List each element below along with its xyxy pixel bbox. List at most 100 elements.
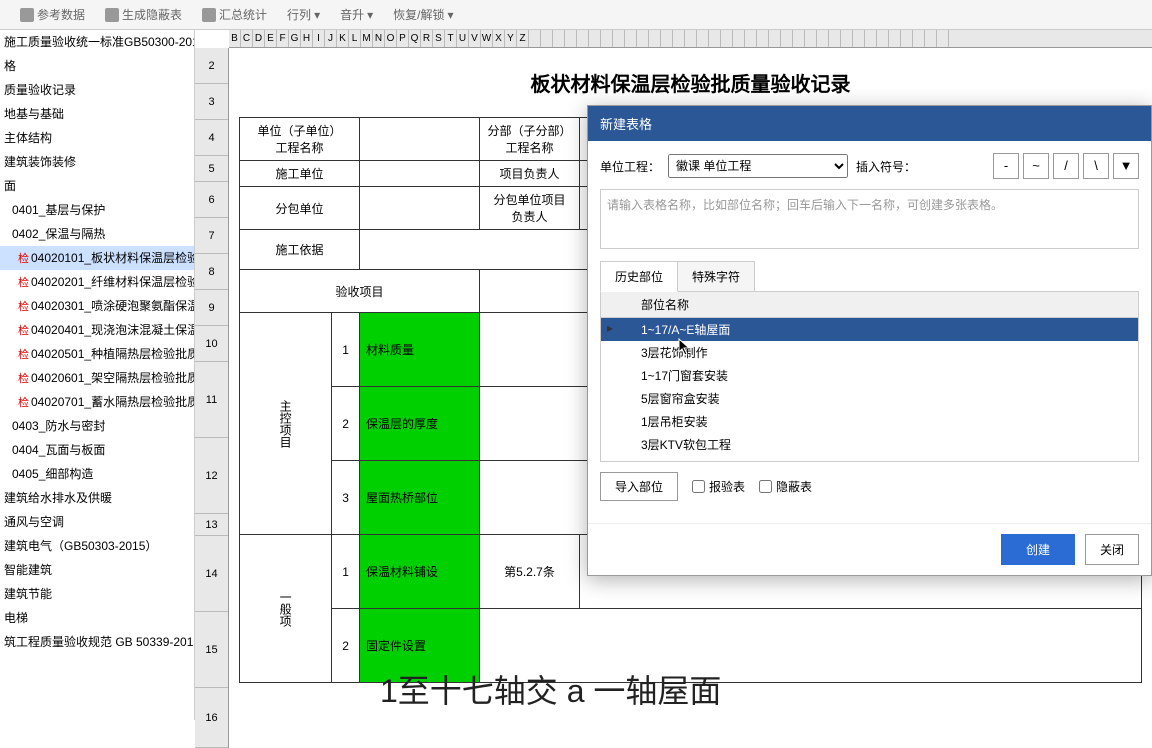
col-hdr[interactable] <box>541 30 553 47</box>
tree-item[interactable]: 0403_防水与密封 <box>0 414 194 438</box>
col-hdr[interactable] <box>877 30 889 47</box>
col-hdr[interactable] <box>601 30 613 47</box>
row-hdr[interactable]: 6 <box>195 182 228 218</box>
col-hdr[interactable] <box>757 30 769 47</box>
col-hdr[interactable]: B <box>229 30 241 47</box>
grid-row[interactable]: 1层吊柜安装 <box>601 410 1138 433</box>
col-hdr[interactable]: L <box>349 30 361 47</box>
symbol-button[interactable]: \ <box>1083 153 1109 179</box>
tree-item[interactable]: 0405_细部构造 <box>0 462 194 486</box>
grid-row[interactable]: 5层窗帘盒安装 <box>601 387 1138 410</box>
col-hdr[interactable]: S <box>433 30 445 47</box>
col-hdr[interactable] <box>697 30 709 47</box>
import-button[interactable]: 导入部位 <box>600 472 678 501</box>
tree-root[interactable]: 施工质量验收统一标准GB50300-2013 <box>0 30 194 54</box>
row-hdr[interactable]: 16 <box>195 688 228 748</box>
col-hdr[interactable] <box>745 30 757 47</box>
item-name[interactable]: 材料质量 <box>360 313 480 387</box>
tree-item[interactable]: 电梯 <box>0 606 194 630</box>
create-button[interactable]: 创建 <box>1001 534 1075 565</box>
chk-report[interactable]: 报验表 <box>692 478 745 495</box>
row-hdr[interactable]: 7 <box>195 218 228 254</box>
grid-row[interactable]: 3层KTV软包工程 <box>601 433 1138 456</box>
grid-row[interactable]: 1~17门窗套安装 <box>601 364 1138 387</box>
tree-item[interactable]: 建筑装饰装修 <box>0 150 194 174</box>
symbol-button[interactable]: / <box>1053 153 1079 179</box>
col-hdr[interactable] <box>913 30 925 47</box>
col-hdr[interactable] <box>589 30 601 47</box>
tree-item[interactable]: 通风与空调 <box>0 510 194 534</box>
tree-item[interactable]: 04020501_种植隔热层检验批质 <box>0 342 194 366</box>
tree-item[interactable]: 04020301_喷涂硬泡聚氨酯保温层 <box>0 294 194 318</box>
col-hdr[interactable]: G <box>289 30 301 47</box>
col-hdr[interactable]: K <box>337 30 349 47</box>
col-hdr[interactable]: M <box>361 30 373 47</box>
col-hdr[interactable] <box>925 30 937 47</box>
col-hdr[interactable]: X <box>493 30 505 47</box>
col-hdr[interactable] <box>937 30 949 47</box>
col-hdr[interactable]: V <box>469 30 481 47</box>
col-hdr[interactable] <box>529 30 541 47</box>
item-name[interactable]: 保温层的厚度 <box>360 387 480 461</box>
row-hdr[interactable]: 13 <box>195 514 228 536</box>
col-hdr[interactable]: Q <box>409 30 421 47</box>
col-hdr[interactable] <box>793 30 805 47</box>
tree-item[interactable]: 格 <box>0 54 194 78</box>
tree-item[interactable]: 0404_瓦面与板面 <box>0 438 194 462</box>
row-hdr[interactable]: 11 <box>195 362 228 438</box>
tab-special[interactable]: 特殊字符 <box>677 261 755 291</box>
row-hdr[interactable]: 12 <box>195 438 228 514</box>
row-hdr[interactable]: 4 <box>195 120 228 156</box>
tree-item[interactable]: 建筑电气（GB50303-2015） <box>0 534 194 558</box>
tb-sum[interactable]: 汇总统计 <box>202 6 267 23</box>
col-hdr[interactable] <box>673 30 685 47</box>
tree-item[interactable]: 面 <box>0 174 194 198</box>
row-hdr[interactable]: 3 <box>195 84 228 120</box>
col-hdr[interactable]: R <box>421 30 433 47</box>
col-hdr[interactable]: J <box>325 30 337 47</box>
col-hdr[interactable]: F <box>277 30 289 47</box>
tb-restore[interactable]: 恢复/解锁 ▾ <box>393 6 453 23</box>
col-hdr[interactable] <box>685 30 697 47</box>
chk-hidden-box[interactable] <box>759 480 772 493</box>
col-hdr[interactable] <box>805 30 817 47</box>
item-name[interactable]: 保温材料铺设 <box>360 535 480 609</box>
col-hdr[interactable] <box>829 30 841 47</box>
tree-item[interactable]: 主体结构 <box>0 126 194 150</box>
row-hdr[interactable]: 2 <box>195 48 228 84</box>
col-hdr[interactable] <box>901 30 913 47</box>
tree-item[interactable]: 建筑给水排水及供暖 <box>0 486 194 510</box>
row-hdr[interactable]: 5 <box>195 156 228 182</box>
item-name[interactable]: 屋面热桥部位 <box>360 461 480 535</box>
col-hdr[interactable]: O <box>385 30 397 47</box>
tb-ref[interactable]: 参考数据 <box>20 6 85 23</box>
col-hdr[interactable]: Y <box>505 30 517 47</box>
col-hdr[interactable]: D <box>253 30 265 47</box>
col-hdr[interactable]: H <box>301 30 313 47</box>
symbol-button[interactable]: - <box>993 153 1019 179</box>
tree-item[interactable]: 04020701_蓄水隔热层检验批质 <box>0 390 194 414</box>
row-hdr[interactable]: 14 <box>195 536 228 612</box>
tab-history[interactable]: 历史部位 <box>600 261 678 292</box>
cell-unit-val[interactable] <box>360 118 480 161</box>
name-input[interactable]: 请输入表格名称，比如部位名称；回车后输入下一名称，可创建多张表格。 <box>600 189 1139 249</box>
tree-item[interactable]: 建筑节能 <box>0 582 194 606</box>
tree-item[interactable]: 筑工程质量验收规范 GB 50339-201 <box>0 630 194 654</box>
col-hdr[interactable] <box>769 30 781 47</box>
proj-select[interactable]: 徽课 单位工程 <box>668 154 848 178</box>
col-hdr[interactable] <box>613 30 625 47</box>
tree-item[interactable]: 04020601_架空隔热层检验批质 <box>0 366 194 390</box>
col-hdr[interactable]: N <box>373 30 385 47</box>
col-hdr[interactable] <box>649 30 661 47</box>
close-button[interactable]: 关闭 <box>1085 534 1139 565</box>
col-hdr[interactable]: T <box>445 30 457 47</box>
row-hdr[interactable]: 15 <box>195 612 228 688</box>
col-hdr[interactable] <box>733 30 745 47</box>
tree-item[interactable]: 0401_基层与保护 <box>0 198 194 222</box>
tb-note[interactable]: 音升 ▾ <box>340 6 373 23</box>
col-hdr[interactable] <box>721 30 733 47</box>
tree-item[interactable]: 质量验收记录 <box>0 78 194 102</box>
col-hdr[interactable]: P <box>397 30 409 47</box>
col-hdr[interactable] <box>709 30 721 47</box>
col-hdr[interactable]: I <box>313 30 325 47</box>
